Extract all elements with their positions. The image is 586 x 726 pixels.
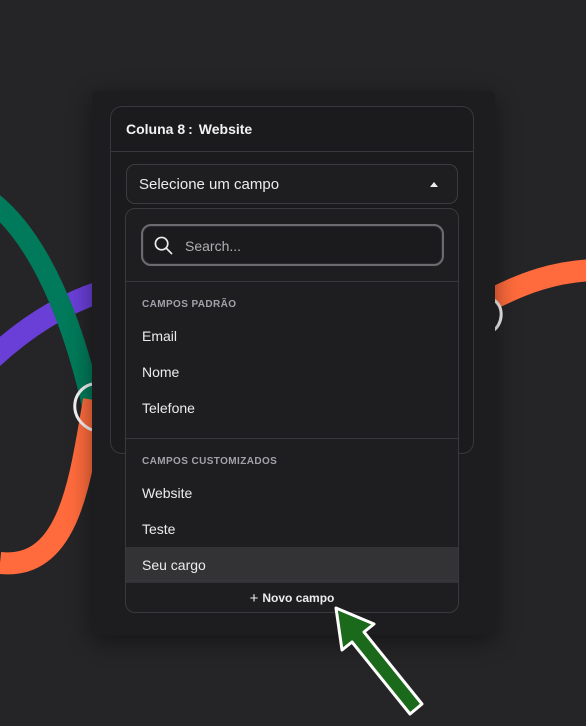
- option-seu-cargo[interactable]: Seu cargo: [126, 547, 458, 583]
- column-label: Coluna 8: [126, 121, 186, 137]
- search-icon: [154, 236, 173, 255]
- column-value: Website: [198, 121, 253, 137]
- section-title-default: CAMPOS PADRÃO: [142, 299, 237, 310]
- caret-up-icon: [430, 182, 438, 187]
- section-divider: [126, 438, 458, 439]
- arrow-annotation-icon: [334, 606, 424, 716]
- option-telefone[interactable]: Telefone: [126, 390, 458, 426]
- orange-ribbon-left: [0, 398, 105, 575]
- field-dropdown: CAMPOS PADRÃO Email Nome Telefone CAMPOS…: [125, 208, 459, 613]
- column-header: Coluna 8: Website: [111, 107, 473, 152]
- field-select[interactable]: Selecione um campo: [126, 164, 458, 204]
- search-input[interactable]: [183, 226, 434, 266]
- select-placeholder: Selecione um campo: [139, 176, 280, 193]
- option-teste[interactable]: Teste: [126, 511, 458, 547]
- option-email[interactable]: Email: [126, 318, 458, 354]
- column-separator: :: [188, 121, 193, 137]
- white-ring-right: [492, 298, 503, 332]
- option-nome[interactable]: Nome: [126, 354, 458, 390]
- section-divider: [126, 281, 458, 282]
- orange-ribbon-right: [489, 259, 586, 308]
- new-field-label: Novo campo: [262, 591, 335, 605]
- section-title-custom: CAMPOS CUSTOMIZADOS: [142, 456, 278, 467]
- plus-icon: +: [249, 590, 259, 607]
- option-website[interactable]: Website: [126, 475, 458, 511]
- search-box[interactable]: [141, 224, 444, 266]
